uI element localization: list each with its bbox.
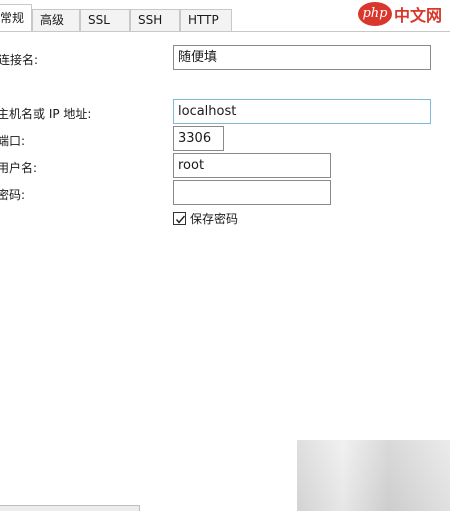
- username-label: 用户名:: [0, 161, 38, 175]
- save-password-label: 保存密码: [190, 212, 239, 226]
- checkmark-icon: [175, 215, 186, 224]
- port-label: 端口:: [0, 134, 26, 148]
- tab-general[interactable]: 常规: [0, 4, 32, 32]
- host-label: 主机名或 IP 地址:: [0, 107, 92, 121]
- username-input[interactable]: root: [173, 153, 331, 178]
- password-label: 密码:: [0, 188, 26, 202]
- tab-advanced[interactable]: 高级: [32, 9, 80, 31]
- connection-name-label: 连接名:: [0, 53, 39, 67]
- watermark-logo: php: [357, 2, 392, 26]
- blurred-region: [297, 440, 450, 511]
- watermark: php 中文网: [357, 2, 442, 36]
- save-password-checkbox[interactable]: [173, 212, 186, 225]
- watermark-text: 中文网: [393, 6, 442, 25]
- connection-name-input[interactable]: 随便填: [173, 45, 431, 70]
- host-input[interactable]: localhost: [173, 99, 431, 124]
- bottom-button-edge: [0, 505, 140, 511]
- port-input[interactable]: 3306: [173, 126, 224, 151]
- tab-http[interactable]: HTTP: [180, 9, 232, 31]
- tab-ssl[interactable]: SSL: [80, 9, 130, 31]
- password-input[interactable]: [173, 180, 331, 205]
- tab-ssh[interactable]: SSH: [130, 9, 180, 31]
